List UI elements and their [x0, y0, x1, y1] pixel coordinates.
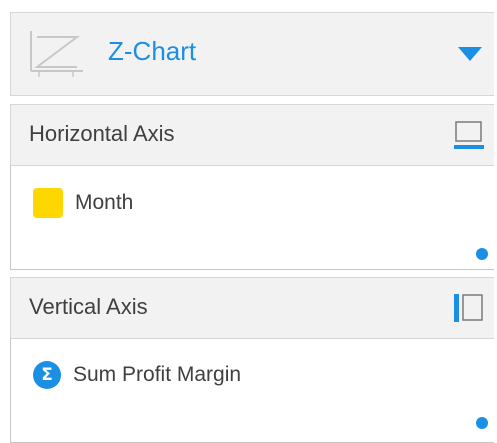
vertical-axis-icon	[454, 294, 483, 322]
horizontal-axis-header: Horizontal Axis	[10, 104, 494, 166]
field-month[interactable]: Month	[33, 188, 133, 218]
dropzone-indicator-dot	[476, 417, 488, 429]
chevron-down-icon[interactable]	[458, 47, 482, 61]
field-month-label: Month	[75, 191, 134, 214]
vertical-axis-label: Vertical Axis	[29, 294, 148, 319]
dimension-swatch-icon	[33, 188, 63, 218]
dropzone-indicator-dot	[476, 248, 488, 260]
vertical-axis-dropzone[interactable]: Σ Sum Profit Margin	[10, 339, 494, 443]
z-chart-icon	[30, 31, 83, 77]
sigma-icon: Σ	[33, 361, 61, 389]
chart-type-title[interactable]: Z-Chart	[108, 36, 196, 67]
field-sum-profit-margin[interactable]: Σ Sum Profit Margin	[33, 361, 241, 389]
chart-type-selector[interactable]: Z-Chart	[10, 12, 494, 96]
horizontal-axis-label: Horizontal Axis	[29, 121, 175, 146]
horizontal-axis-icon	[454, 121, 484, 149]
horizontal-axis-dropzone[interactable]: Month	[10, 166, 494, 270]
vertical-axis-header: Vertical Axis	[10, 277, 494, 339]
field-sum-profit-margin-label: Sum Profit Margin	[73, 363, 242, 386]
